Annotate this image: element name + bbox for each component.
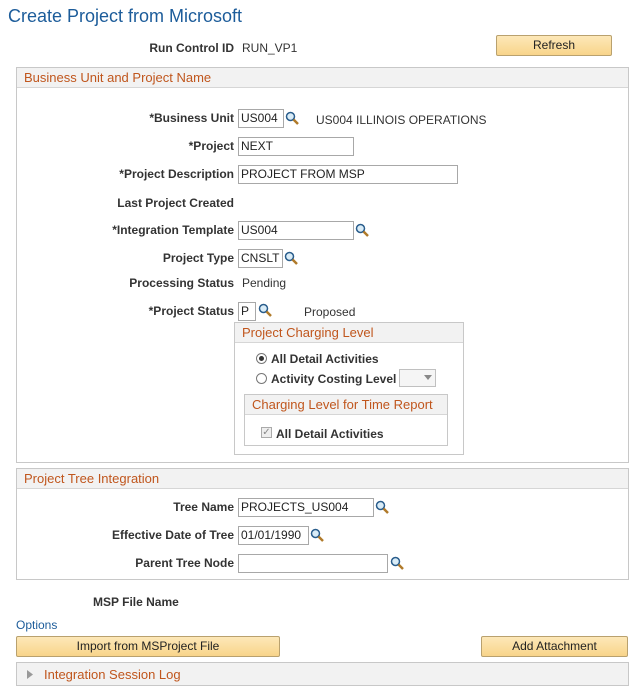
chevron-down-icon	[424, 375, 432, 380]
business-unit-input[interactable]: US004	[238, 109, 284, 128]
project-input[interactable]: NEXT	[238, 137, 354, 156]
all-detail-activities-radio[interactable]	[256, 353, 267, 364]
project-label: *Project	[188, 139, 234, 153]
integration-template-input[interactable]: US004	[238, 221, 354, 240]
tree-name-input[interactable]: PROJECTS_US004	[238, 498, 374, 517]
business-unit-lookup-icon[interactable]	[285, 111, 299, 125]
expand-triangle-icon[interactable]	[27, 670, 33, 679]
project-status-description: Proposed	[304, 305, 356, 319]
project-status-input[interactable]: P	[238, 302, 256, 321]
effective-date-input[interactable]: 01/01/1990	[238, 526, 309, 545]
session-log-section[interactable]: Integration Session Log	[16, 662, 629, 686]
charging-level-header: Project Charging Level	[235, 323, 463, 343]
project-description-input[interactable]: PROJECT FROM MSP	[238, 165, 458, 184]
msp-file-name-label: MSP File Name	[93, 595, 179, 609]
time-report-checkbox-label: All Detail Activities	[276, 427, 384, 441]
project-status-label: *Project Status	[148, 304, 234, 318]
options-link[interactable]: Options	[16, 618, 57, 632]
run-control-value: RUN_VP1	[242, 41, 298, 55]
time-report-header: Charging Level for Time Report	[245, 395, 447, 415]
run-control-label: Run Control ID	[149, 41, 234, 55]
project-type-label: Project Type	[162, 251, 234, 265]
processing-status-value: Pending	[242, 276, 287, 290]
activity-costing-level-label: Activity Costing Level	[271, 372, 397, 386]
add-attachment-button[interactable]: Add Attachment	[481, 636, 628, 657]
business-unit-label: *Business Unit	[149, 111, 234, 125]
time-report-checkbox[interactable]: ✓	[261, 427, 272, 438]
parent-tree-node-label: Parent Tree Node	[135, 556, 234, 570]
project-type-lookup-icon[interactable]	[284, 251, 298, 265]
refresh-button[interactable]: Refresh	[496, 35, 612, 56]
parent-tree-node-lookup-icon[interactable]	[390, 556, 404, 570]
tree-name-label: Tree Name	[173, 500, 234, 514]
parent-tree-node-input[interactable]	[238, 554, 388, 573]
business-unit-description: US004 ILLINOIS OPERATIONS	[316, 113, 487, 127]
tree-name-lookup-icon[interactable]	[375, 500, 389, 514]
last-project-created-label: Last Project Created	[117, 196, 234, 210]
processing-status-label: Processing Status	[129, 276, 234, 290]
business-unit-group-header: Business Unit and Project Name	[17, 68, 628, 88]
tree-integration-header: Project Tree Integration	[17, 469, 628, 489]
effective-date-label: Effective Date of Tree	[111, 528, 234, 542]
project-status-lookup-icon[interactable]	[258, 303, 272, 317]
all-detail-activities-label: All Detail Activities	[271, 352, 379, 366]
integration-template-lookup-icon[interactable]	[355, 223, 369, 237]
project-type-input[interactable]: CNSLT	[238, 249, 283, 268]
session-log-label: Integration Session Log	[44, 667, 181, 682]
activity-costing-level-radio[interactable]	[256, 373, 267, 384]
effective-date-lookup-icon[interactable]	[310, 528, 324, 542]
costing-level-dropdown[interactable]	[399, 369, 436, 387]
integration-template-label: *Integration Template	[112, 223, 234, 237]
project-description-label: *Project Description	[119, 167, 234, 181]
import-msproject-button[interactable]: Import from MSProject File	[16, 636, 280, 657]
page-title: Create Project from Microsoft	[8, 6, 243, 26]
